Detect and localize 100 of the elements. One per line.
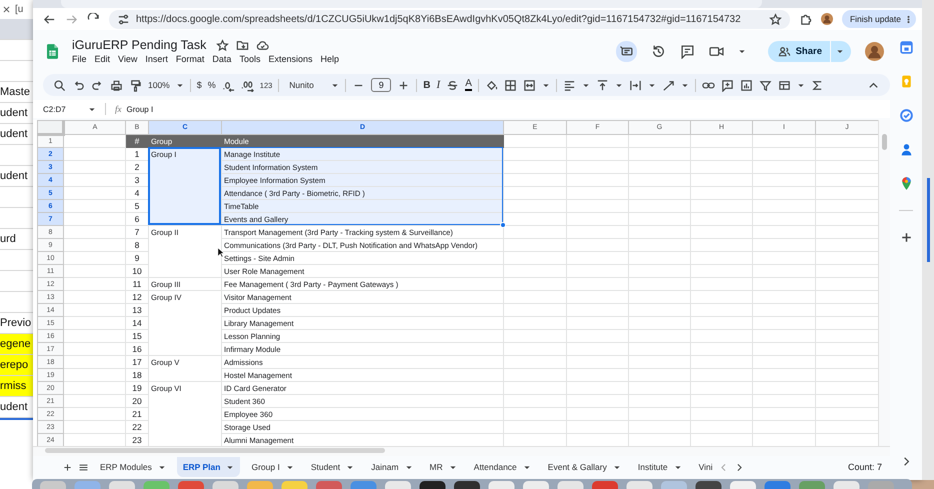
font-select[interactable]: Nunito [289,80,326,90]
search-icon[interactable] [53,78,66,92]
menu-item[interactable]: Tools [239,54,260,64]
formula-icon: fx [115,104,122,114]
cell-text: Previo [0,317,32,329]
fill-handle[interactable] [500,222,506,228]
text-wrap-icon[interactable] [628,78,642,92]
merge-cells-icon[interactable] [522,78,536,92]
menu-item[interactable]: Insert [145,54,168,64]
table-icon[interactable] [778,78,791,92]
cell-text: urd [0,233,16,245]
add-comment-icon[interactable] [720,78,734,92]
menu-item[interactable]: Format [176,54,204,64]
table-cell: 18 [126,368,148,382]
cell-text: egene [0,338,31,350]
table-cell: 9 [126,252,148,264]
align-left-icon[interactable] [562,78,576,92]
table-cell: 13 [126,304,148,316]
move-folder-icon[interactable] [236,38,250,52]
extension-icon[interactable] [798,12,812,26]
sheet-tab[interactable]: ERP Modules [94,457,172,477]
sheet-tab[interactable]: Event & Gallary [542,457,627,477]
menu-item[interactable]: View [118,54,138,64]
cell-text: udent [0,107,28,119]
print-icon[interactable] [110,78,123,92]
italic-button[interactable]: I [436,79,440,91]
present-icon[interactable] [616,40,637,62]
history-icon[interactable] [650,44,666,58]
cloud-saved-icon[interactable] [256,38,270,52]
document-title[interactable]: iGuruERP Pending Task [72,38,206,52]
tasks-icon[interactable] [898,108,914,123]
chart-icon[interactable] [740,78,753,92]
currency-format[interactable]: $ [196,80,202,90]
comment-icon[interactable] [680,44,695,58]
avatar-icon[interactable] [820,13,833,25]
selection-count[interactable]: Count: 7 [848,462,882,472]
table-cell: 19 [126,382,148,394]
menu-item[interactable]: File [72,54,87,64]
avatar-icon[interactable] [865,42,884,60]
menu-item[interactable]: Extensions [268,54,312,64]
borders-icon[interactable] [504,78,517,92]
table-cell: 21 [126,408,148,420]
table-cell: 15 [126,330,148,342]
bold-button[interactable]: B [423,80,431,90]
contacts-icon[interactable] [898,142,914,157]
font-size-field[interactable]: 9 [371,78,392,92]
table-cell: 10 [126,264,148,278]
sheets-logo-icon[interactable] [47,44,58,58]
cell-text: udent [0,170,28,182]
finish-update-button[interactable]: Finish update [842,10,916,28]
menu-item[interactable]: Help [320,54,339,64]
table-cell: 20 [126,394,148,408]
table-cell: 12 [126,290,148,304]
cell-text: erepo [0,359,28,371]
increase-decimal-icon[interactable] [240,78,254,92]
zoom-select[interactable]: 100% [148,80,170,90]
name-box[interactable]: C2:D7 [43,104,83,114]
sheet-tab[interactable]: MR [424,457,463,477]
table-cell: 8 [126,238,148,252]
undo-icon[interactable] [72,78,85,92]
sheet-tab[interactable]: Institute [632,457,688,477]
sheet-tab[interactable]: ERP Plan [176,457,240,477]
cell-text: Maste [0,86,30,98]
percent-format[interactable]: % [208,80,216,90]
star-icon[interactable] [216,38,230,52]
fill-bucket-icon[interactable] [484,78,498,92]
table-cell: 7 [126,226,148,238]
text-color-button[interactable]: A [465,79,472,91]
paint-roller-icon[interactable] [129,78,142,92]
calendar-icon[interactable] [898,40,914,55]
sheet-tab[interactable]: Group I [245,457,300,477]
vertical-scrollbar[interactable] [878,120,890,446]
bookmark-star-icon[interactable] [768,12,782,26]
table-cell: 22 [126,420,148,434]
add-sheet-icon[interactable] [62,462,73,472]
sum-icon[interactable] [810,78,824,92]
sheet-tab[interactable]: Jainam [365,457,419,477]
filter-icon[interactable] [758,78,772,92]
address-bar[interactable]: https://docs.google.com/spreadsheets/d/1CZCUG5iUkw1dj5qK8Yi6BsEAwdIgvhKv05Qt8Zk4Lyo/edit?gid=1167154732#gid=1167154732 [109,10,790,28]
table-cell: 11 [126,278,148,290]
share-button[interactable]: Share [768,40,830,62]
back-icon[interactable] [43,12,56,26]
site-settings-icon[interactable] [117,12,130,26]
sheet-tab[interactable]: Vini [692,457,713,477]
strikethrough-icon[interactable] [446,78,460,92]
people-icon [778,44,791,58]
redo-icon[interactable] [91,78,104,92]
table-cell: 16 [126,342,148,356]
menu-item[interactable]: Data [212,54,232,64]
vertical-align-icon[interactable] [596,78,609,92]
close-icon[interactable] [2,5,11,14]
cell-text: udent [0,128,28,140]
diagonal-arrow-icon[interactable] [662,78,675,92]
formula-field[interactable]: Group I [126,104,154,114]
sheet-tab[interactable]: Student [304,457,360,477]
all-sheets-menu-icon[interactable] [78,462,89,472]
sheet-tab[interactable]: Attendance [468,457,537,477]
tab-title[interactable]: [u [15,4,24,15]
menu-item[interactable]: Edit [94,54,110,64]
table-cell: 17 [126,356,148,368]
